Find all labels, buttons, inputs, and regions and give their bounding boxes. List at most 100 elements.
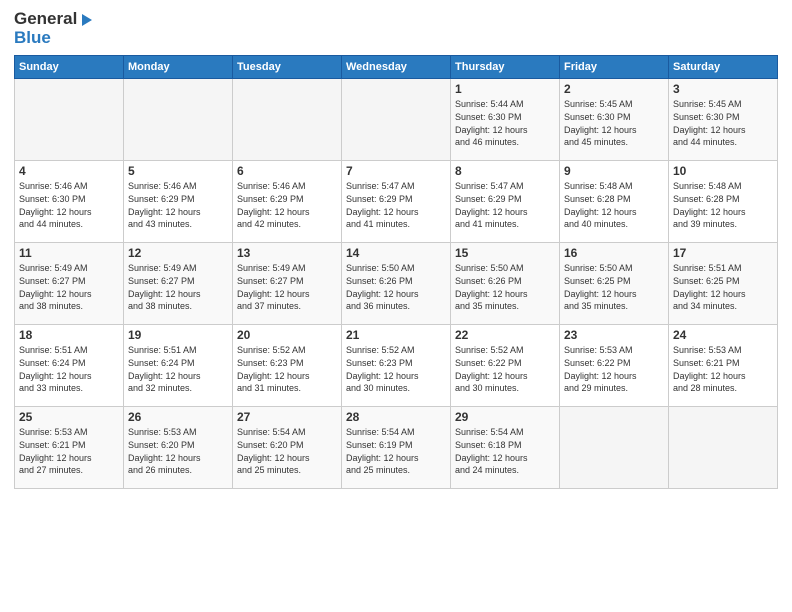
day-number: 16 [564,246,664,260]
page-container: General Blue SundayMondayTuesdayWednesda… [0,0,792,497]
day-info: Sunrise: 5:51 AM Sunset: 6:24 PM Dayligh… [128,344,228,394]
day-number: 7 [346,164,446,178]
day-number: 10 [673,164,773,178]
calendar-cell: 1 Sunrise: 5:44 AM Sunset: 6:30 PM Daylig… [451,79,560,161]
calendar-cell: 24Sunrise: 5:53 AM Sunset: 6:21 PM Dayli… [669,325,778,407]
day-number: 27 [237,410,337,424]
day-number: 6 [237,164,337,178]
day-number: 14 [346,246,446,260]
calendar-cell: 3 Sunrise: 5:45 AM Sunset: 6:30 PM Daylig… [669,79,778,161]
day-number: 5 [128,164,228,178]
day-info: Sunrise: 5:47 AM Sunset: 6:29 PM Dayligh… [455,180,555,230]
calendar-cell: 19 Sunrise: 5:51 AM Sunset: 6:24 PM Dayli… [124,325,233,407]
day-info: Sunrise: 5:53 AM Sunset: 6:20 PM Dayligh… [128,426,228,476]
day-info: Sunrise: 5:52 AM Sunset: 6:22 PM Dayligh… [455,344,555,394]
calendar-cell: 13 Sunrise: 5:49 AM Sunset: 6:27 PM Dayli… [233,243,342,325]
day-number: 29 [455,410,555,424]
day-info: Sunrise: 5:48 AM Sunset: 6:28 PM Dayligh… [564,180,664,230]
day-number: 25 [19,410,119,424]
day-info: Sunrise: 5:54 AM Sunset: 6:18 PM Dayligh… [455,426,555,476]
calendar-cell: 18 Sunrise: 5:51 AM Sunset: 6:24 PM Dayli… [15,325,124,407]
calendar-cell: 5 Sunrise: 5:46 AM Sunset: 6:29 PM Daylig… [124,161,233,243]
weekday-header-wednesday: Wednesday [342,56,451,79]
calendar-cell: 2 Sunrise: 5:45 AM Sunset: 6:30 PM Daylig… [560,79,669,161]
day-info: Sunrise: 5:49 AM Sunset: 6:27 PM Dayligh… [237,262,337,312]
day-info: Sunrise: 5:46 AM Sunset: 6:29 PM Dayligh… [128,180,228,230]
day-info: Sunrise: 5:46 AM Sunset: 6:29 PM Dayligh… [237,180,337,230]
weekday-header-thursday: Thursday [451,56,560,79]
calendar-table: SundayMondayTuesdayWednesdayThursdayFrid… [14,55,778,489]
day-number: 19 [128,328,228,342]
day-number: 2 [564,82,664,96]
day-info: Sunrise: 5:47 AM Sunset: 6:29 PM Dayligh… [346,180,446,230]
weekday-header-saturday: Saturday [669,56,778,79]
day-number: 26 [128,410,228,424]
calendar-week-1: 1 Sunrise: 5:44 AM Sunset: 6:30 PM Daylig… [15,79,778,161]
calendar-cell [669,407,778,489]
day-info: Sunrise: 5:54 AM Sunset: 6:20 PM Dayligh… [237,426,337,476]
weekday-header-friday: Friday [560,56,669,79]
calendar-cell: 15 Sunrise: 5:50 AM Sunset: 6:26 PM Dayli… [451,243,560,325]
weekday-header-sunday: Sunday [15,56,124,79]
logo-text: General Blue [14,10,93,47]
day-number: 20 [237,328,337,342]
calendar-week-3: 11 Sunrise: 5:49 AM Sunset: 6:27 PM Dayli… [15,243,778,325]
day-number: 28 [346,410,446,424]
day-info: Sunrise: 5:50 AM Sunset: 6:26 PM Dayligh… [455,262,555,312]
calendar-cell: 14 Sunrise: 5:50 AM Sunset: 6:26 PM Dayli… [342,243,451,325]
day-info: Sunrise: 5:45 AM Sunset: 6:30 PM Dayligh… [564,98,664,148]
day-number: 22 [455,328,555,342]
calendar-cell: 7 Sunrise: 5:47 AM Sunset: 6:29 PM Daylig… [342,161,451,243]
day-number: 15 [455,246,555,260]
calendar-cell: 27 Sunrise: 5:54 AM Sunset: 6:20 PM Dayli… [233,407,342,489]
day-info: Sunrise: 5:51 AM Sunset: 6:24 PM Dayligh… [19,344,119,394]
calendar-cell: 23 Sunrise: 5:53 AM Sunset: 6:22 PM Dayli… [560,325,669,407]
weekday-header-tuesday: Tuesday [233,56,342,79]
day-info: Sunrise: 5:52 AM Sunset: 6:23 PM Dayligh… [237,344,337,394]
calendar-cell: 16 Sunrise: 5:50 AM Sunset: 6:25 PM Dayli… [560,243,669,325]
day-info: Sunrise: 5:51 AM Sunset: 6:25 PM Dayligh… [673,262,773,312]
day-info: Sunrise: 5:50 AM Sunset: 6:25 PM Dayligh… [564,262,664,312]
calendar-cell [233,79,342,161]
day-number: 21 [346,328,446,342]
calendar-cell: 6 Sunrise: 5:46 AM Sunset: 6:29 PM Daylig… [233,161,342,243]
calendar-cell: 29 Sunrise: 5:54 AM Sunset: 6:18 PM Dayli… [451,407,560,489]
calendar-cell: 9 Sunrise: 5:48 AM Sunset: 6:28 PM Daylig… [560,161,669,243]
calendar-cell: 8Sunrise: 5:47 AM Sunset: 6:29 PM Daylig… [451,161,560,243]
day-info: Sunrise: 5:53 AM Sunset: 6:21 PM Dayligh… [673,344,773,394]
calendar-cell: 17 Sunrise: 5:51 AM Sunset: 6:25 PM Dayli… [669,243,778,325]
calendar-cell: 12Sunrise: 5:49 AM Sunset: 6:27 PM Dayli… [124,243,233,325]
day-number: 23 [564,328,664,342]
day-number: 17 [673,246,773,260]
calendar-cell [342,79,451,161]
day-info: Sunrise: 5:45 AM Sunset: 6:30 PM Dayligh… [673,98,773,148]
calendar-week-4: 18 Sunrise: 5:51 AM Sunset: 6:24 PM Dayli… [15,325,778,407]
calendar-cell: 4 Sunrise: 5:46 AM Sunset: 6:30 PM Daylig… [15,161,124,243]
day-info: Sunrise: 5:53 AM Sunset: 6:22 PM Dayligh… [564,344,664,394]
day-number: 4 [19,164,119,178]
day-number: 13 [237,246,337,260]
calendar-cell: 28Sunrise: 5:54 AM Sunset: 6:19 PM Dayli… [342,407,451,489]
day-info: Sunrise: 5:49 AM Sunset: 6:27 PM Dayligh… [128,262,228,312]
calendar-week-2: 4 Sunrise: 5:46 AM Sunset: 6:30 PM Daylig… [15,161,778,243]
calendar-cell: 26 Sunrise: 5:53 AM Sunset: 6:20 PM Dayli… [124,407,233,489]
logo: General Blue [14,10,93,47]
day-info: Sunrise: 5:44 AM Sunset: 6:30 PM Dayligh… [455,98,555,148]
calendar-cell [560,407,669,489]
calendar-cell: 25Sunrise: 5:53 AM Sunset: 6:21 PM Dayli… [15,407,124,489]
weekday-header-row: SundayMondayTuesdayWednesdayThursdayFrid… [15,56,778,79]
day-number: 18 [19,328,119,342]
calendar-cell: 21Sunrise: 5:52 AM Sunset: 6:23 PM Dayli… [342,325,451,407]
day-info: Sunrise: 5:48 AM Sunset: 6:28 PM Dayligh… [673,180,773,230]
calendar-cell: 20 Sunrise: 5:52 AM Sunset: 6:23 PM Dayli… [233,325,342,407]
calendar-week-5: 25Sunrise: 5:53 AM Sunset: 6:21 PM Dayli… [15,407,778,489]
day-number: 11 [19,246,119,260]
day-number: 1 [455,82,555,96]
day-info: Sunrise: 5:50 AM Sunset: 6:26 PM Dayligh… [346,262,446,312]
calendar-cell: 11Sunrise: 5:49 AM Sunset: 6:27 PM Dayli… [15,243,124,325]
calendar-cell [124,79,233,161]
day-number: 3 [673,82,773,96]
header: General Blue [14,10,778,47]
day-info: Sunrise: 5:46 AM Sunset: 6:30 PM Dayligh… [19,180,119,230]
day-number: 9 [564,164,664,178]
